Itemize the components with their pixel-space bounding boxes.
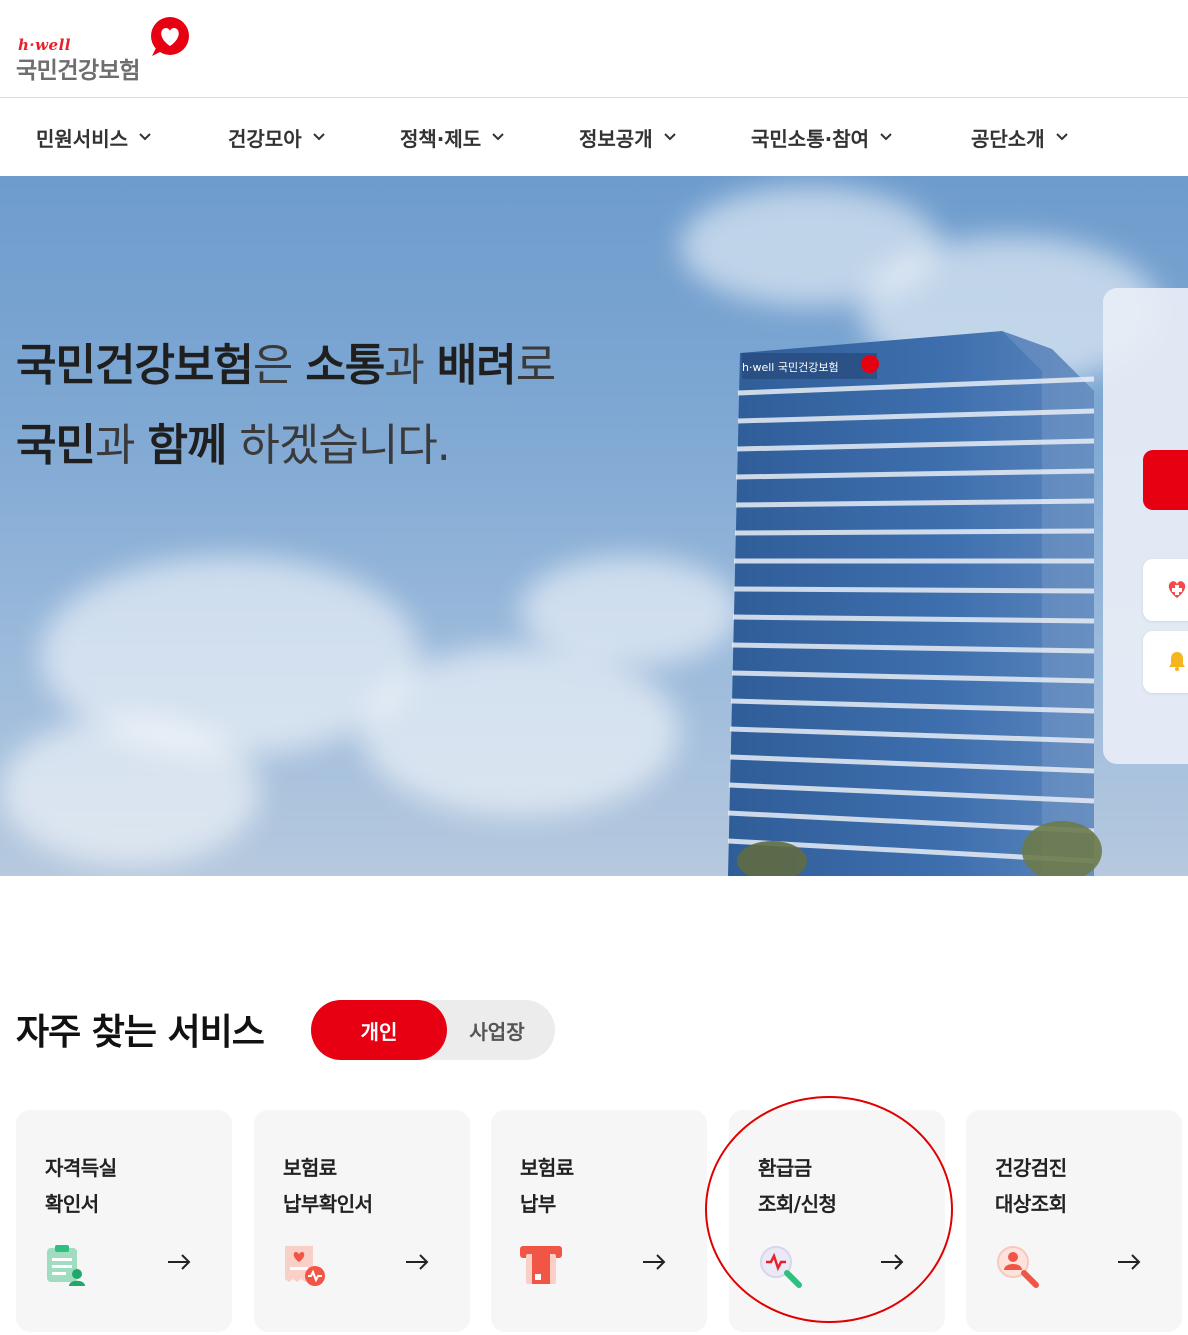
nav-item-label: 공단소개 [971, 126, 1045, 151]
card-title: 건강검진 대상조회 [995, 1156, 1067, 1216]
headquarters-building-image [727, 331, 1102, 876]
hero-emphasis: 소통 [305, 340, 385, 391]
hero-emphasis: 국민건강보험 [16, 340, 254, 391]
quick-notice-button[interactable] [1143, 631, 1188, 693]
service-type-toggle: 개인 사업장 [311, 1000, 555, 1060]
card-title: 환급금 조회/신청 [758, 1156, 837, 1216]
building-sign-label: h·well 국민건강보험 [742, 361, 839, 374]
arrow-right-icon [168, 1254, 191, 1270]
heart-logo-icon [151, 17, 189, 56]
nav-item-participation[interactable]: 국민소통·참여 [751, 120, 895, 154]
sky-cloud [0, 716, 260, 866]
card-title: 보험료 납부 [520, 1156, 574, 1216]
logo-brand-text: 국민건강보험 [16, 58, 140, 84]
bell-icon [1169, 652, 1185, 671]
receipt-heart-icon [285, 1246, 325, 1286]
chevron-down-icon [880, 133, 892, 141]
search-pulse-icon [760, 1246, 802, 1288]
nav-item-civil-service[interactable]: 민원서비스 [36, 120, 154, 154]
site-header: h·well 국민건강보험 [0, 0, 1188, 98]
main-nav: 민원서비스 건강모아 정책·제도 정보공개 국민소통·참여 공단소개 [0, 98, 1188, 176]
arrow-right-icon [881, 1254, 904, 1270]
service-card-health-checkup[interactable]: 건강검진 대상조회 [966, 1110, 1182, 1332]
nav-item-label: 정책·제도 [400, 126, 482, 151]
hero-emphasis: 국민 [16, 420, 96, 471]
nav-item-label: 건강모아 [228, 126, 302, 151]
service-card-premium-payment[interactable]: 보험료 납부 [491, 1110, 707, 1332]
sky-cloud [360, 646, 680, 816]
nav-item-label: 정보공개 [579, 126, 653, 151]
hero-emphasis: 함께 [147, 420, 227, 471]
service-card-qualification[interactable]: 자격득실 확인서 [16, 1110, 232, 1332]
nav-item-disclosure[interactable]: 정보공개 [579, 120, 679, 154]
tab-business[interactable]: 사업장 [447, 1000, 547, 1060]
nav-item-label: 국민소통·참여 [751, 126, 869, 151]
hero-text: 하겠습니다. [226, 420, 450, 471]
quick-health-button[interactable] [1143, 559, 1188, 621]
quick-menu-red-button[interactable] [1143, 450, 1188, 510]
hero-text: 로 [515, 340, 556, 391]
hero-banner: 국민건강보험은 소통과 배려로 국민과 함께 하겠습니다. h·well 국민건… [0, 176, 1188, 876]
arrow-right-icon [643, 1254, 666, 1270]
sky-cloud [520, 556, 740, 666]
nav-item-about[interactable]: 공단소개 [971, 120, 1071, 154]
hero-text: 은 [252, 340, 306, 391]
heart-plus-icon [1168, 581, 1186, 598]
chevron-down-icon [492, 133, 504, 141]
arrow-right-icon [406, 1254, 429, 1270]
hero-line-1: 국민건강보험은 소통과 배려로 [16, 326, 556, 406]
nav-item-health-moa[interactable]: 건강모아 [228, 120, 328, 154]
hero-text: 과 [94, 420, 148, 471]
chevron-down-icon [139, 133, 151, 141]
hero-text: 과 [384, 340, 437, 391]
nav-item-policy[interactable]: 정책·제도 [400, 120, 507, 154]
search-person-icon [997, 1246, 1039, 1288]
building-sign-text: h·well 국민건강보험 [742, 361, 839, 374]
card-title: 자격득실 확인서 [45, 1156, 117, 1216]
hero-line-2: 국민과 함께 하겠습니다. [16, 406, 555, 486]
document-user-icon [47, 1245, 85, 1286]
hero-headline: 국민건강보험은 소통과 배려로 국민과 함께 하겠습니다. [16, 326, 556, 486]
chevron-down-icon [663, 133, 676, 141]
hero-emphasis: 배려 [436, 340, 517, 391]
tab-personal[interactable]: 개인 [311, 1000, 447, 1060]
chevron-down-icon [1055, 133, 1068, 141]
site-logo[interactable]: h·well 국민건강보험 [16, 14, 206, 84]
arrow-right-icon [1118, 1254, 1141, 1270]
nav-item-label: 민원서비스 [36, 126, 128, 151]
card-payment-icon [520, 1246, 562, 1284]
service-card-refund[interactable]: 환급금 조회/신청 [729, 1110, 945, 1332]
card-title: 보험료 납부확인서 [283, 1156, 373, 1216]
service-card-payment-certificate[interactable]: 보험료 납부확인서 [254, 1110, 470, 1332]
frequent-services-title: 자주 찾는 서비스 [16, 1012, 265, 1053]
chevron-down-icon [312, 133, 325, 141]
